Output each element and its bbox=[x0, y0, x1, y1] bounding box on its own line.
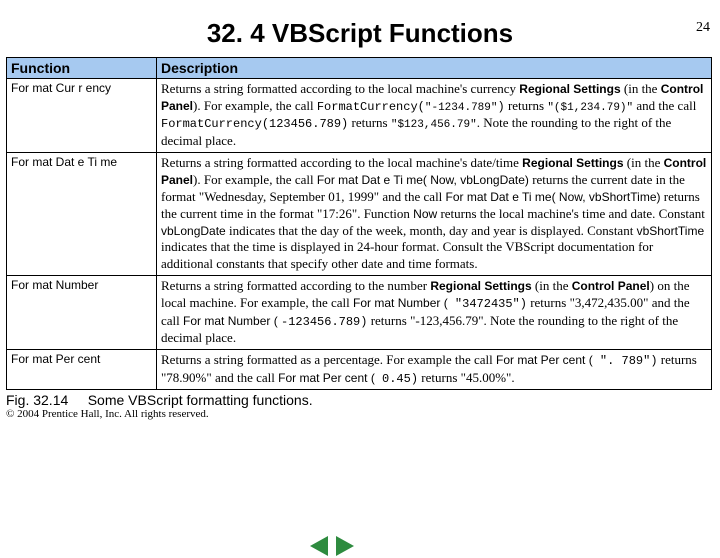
string-literal: "3472435") bbox=[448, 297, 527, 311]
text: returns bbox=[348, 115, 391, 130]
table-row: For mat Number Returns a string formatte… bbox=[7, 276, 712, 350]
code: ) bbox=[498, 100, 505, 114]
text: returns bbox=[367, 313, 410, 328]
text: ). For example, the call bbox=[193, 98, 317, 113]
text: (in the bbox=[532, 278, 572, 293]
text: and the call bbox=[212, 370, 278, 385]
bold-text: Regional Settings bbox=[522, 156, 623, 170]
text: returns bbox=[418, 370, 461, 385]
text: indicates that the time is displayed in … bbox=[161, 239, 653, 271]
code: For mat Number ( bbox=[353, 296, 448, 310]
code: Now bbox=[413, 207, 437, 221]
text: returns bbox=[527, 295, 570, 310]
string-literal: "-1234.789" bbox=[425, 102, 498, 114]
code: FormatCurrency( bbox=[317, 100, 425, 114]
string-literal: "17:26" bbox=[317, 206, 357, 221]
page-title: 32. 4 VBScript Functions bbox=[0, 18, 720, 49]
bold-text: Regional Settings bbox=[519, 82, 620, 96]
code: FormatCurrency( bbox=[161, 117, 269, 131]
text: returns bbox=[658, 352, 697, 367]
text: (in the bbox=[621, 81, 661, 96]
code: vbLongDate bbox=[161, 224, 226, 238]
string-literal: "$123,456.79" bbox=[391, 119, 477, 131]
nav-arrows bbox=[310, 536, 354, 556]
function-description: Returns a string formatted according to … bbox=[157, 152, 712, 275]
function-name: For mat Cur r ency bbox=[7, 79, 157, 153]
text: ). For example, the call bbox=[193, 172, 317, 187]
number-literal: 0.45) bbox=[375, 372, 418, 386]
text: returns bbox=[505, 98, 548, 113]
page-number: 24 bbox=[696, 20, 710, 36]
string-literal: "Wednesday, September 01, 1999" bbox=[199, 189, 379, 204]
bold-text: Regional Settings bbox=[430, 279, 531, 293]
next-arrow-icon[interactable] bbox=[336, 536, 354, 556]
text: Returns a string formatted according to … bbox=[161, 278, 430, 293]
string-literal: "($1,234.79)" bbox=[547, 102, 633, 114]
string-literal: "78.90%" bbox=[161, 370, 212, 385]
text: Returns a string formatted according to … bbox=[161, 155, 522, 170]
text: returns the local machine's time and dat… bbox=[437, 206, 705, 221]
code: For mat Per cent ( bbox=[278, 371, 375, 385]
table-row: For mat Per cent Returns a string format… bbox=[7, 350, 712, 390]
number-literal: 123456.789 bbox=[269, 117, 341, 131]
function-name: For mat Dat e Ti me bbox=[7, 152, 157, 275]
function-description: Returns a string formatted according to … bbox=[157, 79, 712, 153]
figure-number: Fig. 32.14 bbox=[6, 392, 68, 408]
string-literal: ". 789") bbox=[593, 354, 658, 368]
code: For mat Per cent ( bbox=[496, 353, 593, 367]
string-literal: "3,472,435.00" bbox=[570, 295, 649, 310]
header-function: Function bbox=[7, 58, 157, 79]
text: Returns a string formatted according to … bbox=[161, 81, 519, 96]
functions-table: Function Description For mat Cur r ency … bbox=[6, 57, 712, 390]
table-header-row: Function Description bbox=[7, 58, 712, 79]
bold-text: Control Panel bbox=[572, 279, 650, 293]
header-description: Description bbox=[157, 58, 712, 79]
text: . Function bbox=[357, 206, 413, 221]
string-literal: "-123,456.79" bbox=[410, 313, 483, 328]
code: vbShortTime bbox=[637, 224, 705, 238]
prev-arrow-icon[interactable] bbox=[310, 536, 328, 556]
copyright: © 2004 Prentice Hall, Inc. All rights re… bbox=[6, 408, 714, 420]
function-description: Returns a string formatted as a percenta… bbox=[157, 350, 712, 390]
table-row: For mat Dat e Ti me Returns a string for… bbox=[7, 152, 712, 275]
function-name: For mat Per cent bbox=[7, 350, 157, 390]
text: and the call bbox=[379, 189, 445, 204]
text: (in the bbox=[624, 155, 664, 170]
code: For mat Dat e Ti me( Now, vbShortTime) bbox=[446, 190, 661, 204]
function-description: Returns a string formatted according to … bbox=[157, 276, 712, 350]
text: . bbox=[511, 370, 514, 385]
string-literal: "45.00%" bbox=[461, 370, 512, 385]
code: For mat Number ( bbox=[183, 314, 281, 328]
text: indicates that the day of the week, mont… bbox=[226, 223, 637, 238]
text: and the call bbox=[633, 98, 696, 113]
figure-text: Some VBScript formatting functions. bbox=[88, 392, 313, 408]
function-name: For mat Number bbox=[7, 276, 157, 350]
code: For mat Dat e Ti me( Now, vbLongDate) bbox=[317, 173, 529, 187]
text: Returns a string formatted as a percenta… bbox=[161, 352, 496, 367]
number-literal: -123456.789) bbox=[281, 315, 367, 329]
figure-caption: Fig. 32.14 Some VBScript formatting func… bbox=[6, 392, 714, 408]
table-row: For mat Cur r ency Returns a string form… bbox=[7, 79, 712, 153]
